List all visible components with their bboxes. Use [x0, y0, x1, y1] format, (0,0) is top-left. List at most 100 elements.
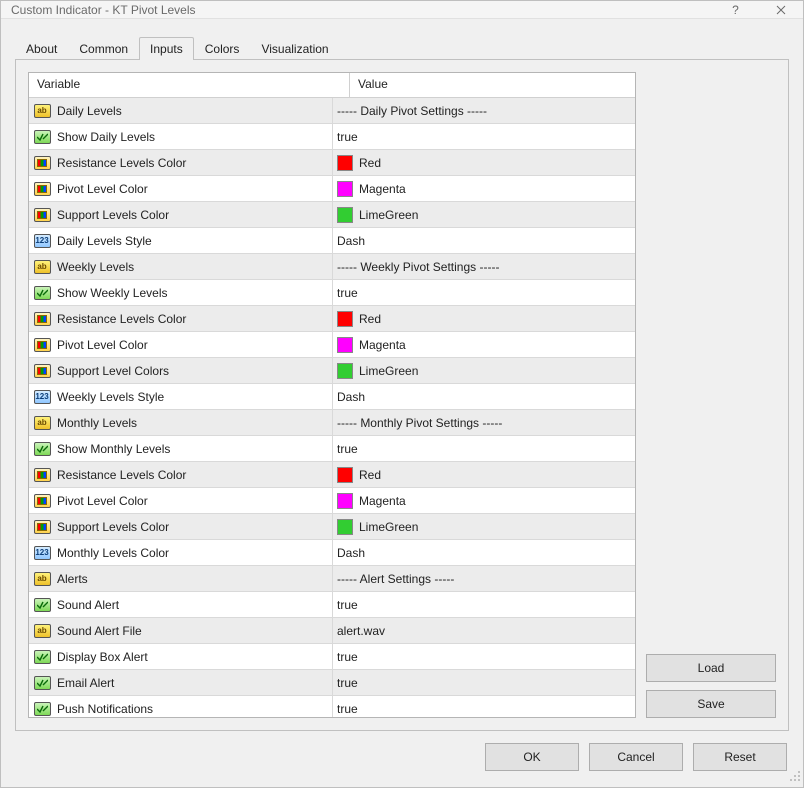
- tab-inputs[interactable]: Inputs: [139, 37, 194, 60]
- param-value: Dash: [337, 546, 365, 560]
- cell-value[interactable]: Red: [333, 306, 635, 331]
- ok-button[interactable]: OK: [485, 743, 579, 771]
- enum-param-icon: 123: [33, 545, 51, 561]
- grid-body: abDaily Levels----- Daily Pivot Settings…: [29, 98, 635, 717]
- help-button[interactable]: ?: [713, 1, 758, 18]
- cell-value[interactable]: Magenta: [333, 176, 635, 201]
- table-row[interactable]: 123Monthly Levels ColorDash: [29, 540, 635, 566]
- cell-value[interactable]: ----- Alert Settings -----: [333, 566, 635, 591]
- param-name: Email Alert: [57, 676, 114, 690]
- cell-value[interactable]: alert.wav: [333, 618, 635, 643]
- cell-variable: Pivot Level Color: [29, 176, 333, 201]
- cell-value[interactable]: Magenta: [333, 488, 635, 513]
- param-name: Daily Levels Style: [57, 234, 152, 248]
- color-swatch-icon: [337, 519, 353, 535]
- reset-button[interactable]: Reset: [693, 743, 787, 771]
- grid-header: Variable Value: [29, 73, 635, 98]
- cell-value[interactable]: true: [333, 670, 635, 695]
- tab-label: About: [26, 42, 57, 56]
- column-header-value[interactable]: Value: [350, 73, 635, 97]
- bool-param-icon: [33, 675, 51, 691]
- table-row[interactable]: Pivot Level ColorMagenta: [29, 488, 635, 514]
- param-name: Show Weekly Levels: [57, 286, 168, 300]
- parameters-grid[interactable]: Variable Value abDaily Levels----- Daily…: [28, 72, 636, 718]
- cell-value[interactable]: ----- Monthly Pivot Settings -----: [333, 410, 635, 435]
- table-row[interactable]: Display Box Alert true: [29, 644, 635, 670]
- tab-about[interactable]: About: [15, 37, 68, 60]
- table-row[interactable]: Push Notifications true: [29, 696, 635, 717]
- table-row[interactable]: Support Levels Color LimeGreen: [29, 202, 635, 228]
- param-name: Pivot Level Color: [57, 338, 148, 352]
- table-row[interactable]: Pivot Level ColorMagenta: [29, 176, 635, 202]
- cell-value[interactable]: Magenta: [333, 332, 635, 357]
- cell-variable: Pivot Level Color: [29, 488, 333, 513]
- param-name: Support Levels Color: [57, 208, 169, 222]
- cell-value[interactable]: ----- Daily Pivot Settings -----: [333, 98, 635, 123]
- table-row[interactable]: Support Level ColorsLimeGreen: [29, 358, 635, 384]
- param-name: Push Notifications: [57, 702, 153, 716]
- inputs-panel: Variable Value abDaily Levels----- Daily…: [15, 59, 789, 731]
- cell-value[interactable]: Dash: [333, 228, 635, 253]
- cell-variable: Show Weekly Levels: [29, 280, 333, 305]
- table-row[interactable]: abWeekly Levels----- Weekly Pivot Settin…: [29, 254, 635, 280]
- enum-param-icon: 123: [33, 233, 51, 249]
- table-row[interactable]: Show Daily Levels true: [29, 124, 635, 150]
- cell-value[interactable]: Dash: [333, 384, 635, 409]
- table-row[interactable]: abMonthly Levels----- Monthly Pivot Sett…: [29, 410, 635, 436]
- cell-value[interactable]: true: [333, 436, 635, 461]
- button-label: Reset: [724, 750, 755, 764]
- cell-variable: Sound Alert: [29, 592, 333, 617]
- cell-value[interactable]: LimeGreen: [333, 202, 635, 227]
- cell-value[interactable]: ----- Weekly Pivot Settings -----: [333, 254, 635, 279]
- bool-param-icon: [33, 129, 51, 145]
- table-row[interactable]: abDaily Levels----- Daily Pivot Settings…: [29, 98, 635, 124]
- cell-value[interactable]: true: [333, 124, 635, 149]
- cell-value[interactable]: true: [333, 280, 635, 305]
- table-row[interactable]: Resistance Levels ColorRed: [29, 150, 635, 176]
- resize-grip-icon[interactable]: [789, 770, 801, 785]
- table-row[interactable]: Sound Alerttrue: [29, 592, 635, 618]
- param-name: Display Box Alert: [57, 650, 148, 664]
- cell-value[interactable]: true: [333, 592, 635, 617]
- table-row[interactable]: 123 Daily Levels Style Dash: [29, 228, 635, 254]
- param-value: true: [337, 650, 358, 664]
- table-row[interactable]: Support Levels ColorLimeGreen: [29, 514, 635, 540]
- cell-value[interactable]: LimeGreen: [333, 514, 635, 539]
- cell-value[interactable]: true: [333, 644, 635, 669]
- cell-value[interactable]: true: [333, 696, 635, 717]
- param-name: Show Monthly Levels: [57, 442, 170, 456]
- table-row[interactable]: abSound Alert Filealert.wav: [29, 618, 635, 644]
- tab-visualization[interactable]: Visualization: [250, 37, 339, 60]
- close-button[interactable]: [758, 1, 803, 18]
- tab-common[interactable]: Common: [68, 37, 139, 60]
- table-row[interactable]: Show Monthly Levels true: [29, 436, 635, 462]
- table-row[interactable]: abAlerts----- Alert Settings -----: [29, 566, 635, 592]
- tab-label: Common: [79, 42, 128, 56]
- bool-param-icon: [33, 597, 51, 613]
- cell-value[interactable]: Red: [333, 462, 635, 487]
- enum-param-icon: 123: [33, 389, 51, 405]
- param-value: alert.wav: [337, 624, 385, 638]
- column-header-variable[interactable]: Variable: [29, 73, 350, 97]
- table-row[interactable]: 123Weekly Levels StyleDash: [29, 384, 635, 410]
- string-param-icon: ab: [33, 103, 51, 119]
- dialog-footer: OK Cancel Reset: [15, 731, 789, 773]
- color-param-icon: [33, 155, 51, 171]
- bool-param-icon: [33, 649, 51, 665]
- tab-label: Inputs: [150, 42, 183, 56]
- cancel-button[interactable]: Cancel: [589, 743, 683, 771]
- cell-value[interactable]: Red: [333, 150, 635, 175]
- cell-value[interactable]: Dash: [333, 540, 635, 565]
- cell-value[interactable]: LimeGreen: [333, 358, 635, 383]
- table-row[interactable]: Resistance Levels ColorRed: [29, 306, 635, 332]
- table-row[interactable]: Resistance Levels ColorRed: [29, 462, 635, 488]
- tab-colors[interactable]: Colors: [194, 37, 251, 60]
- cell-variable: Email Alert: [29, 670, 333, 695]
- table-row[interactable]: Email Alert true: [29, 670, 635, 696]
- table-row[interactable]: Pivot Level Color Magenta: [29, 332, 635, 358]
- cell-variable: Push Notifications: [29, 696, 333, 717]
- param-name: Show Daily Levels: [57, 130, 155, 144]
- load-button[interactable]: Load: [646, 654, 776, 682]
- table-row[interactable]: Show Weekly Levels true: [29, 280, 635, 306]
- save-button[interactable]: Save: [646, 690, 776, 718]
